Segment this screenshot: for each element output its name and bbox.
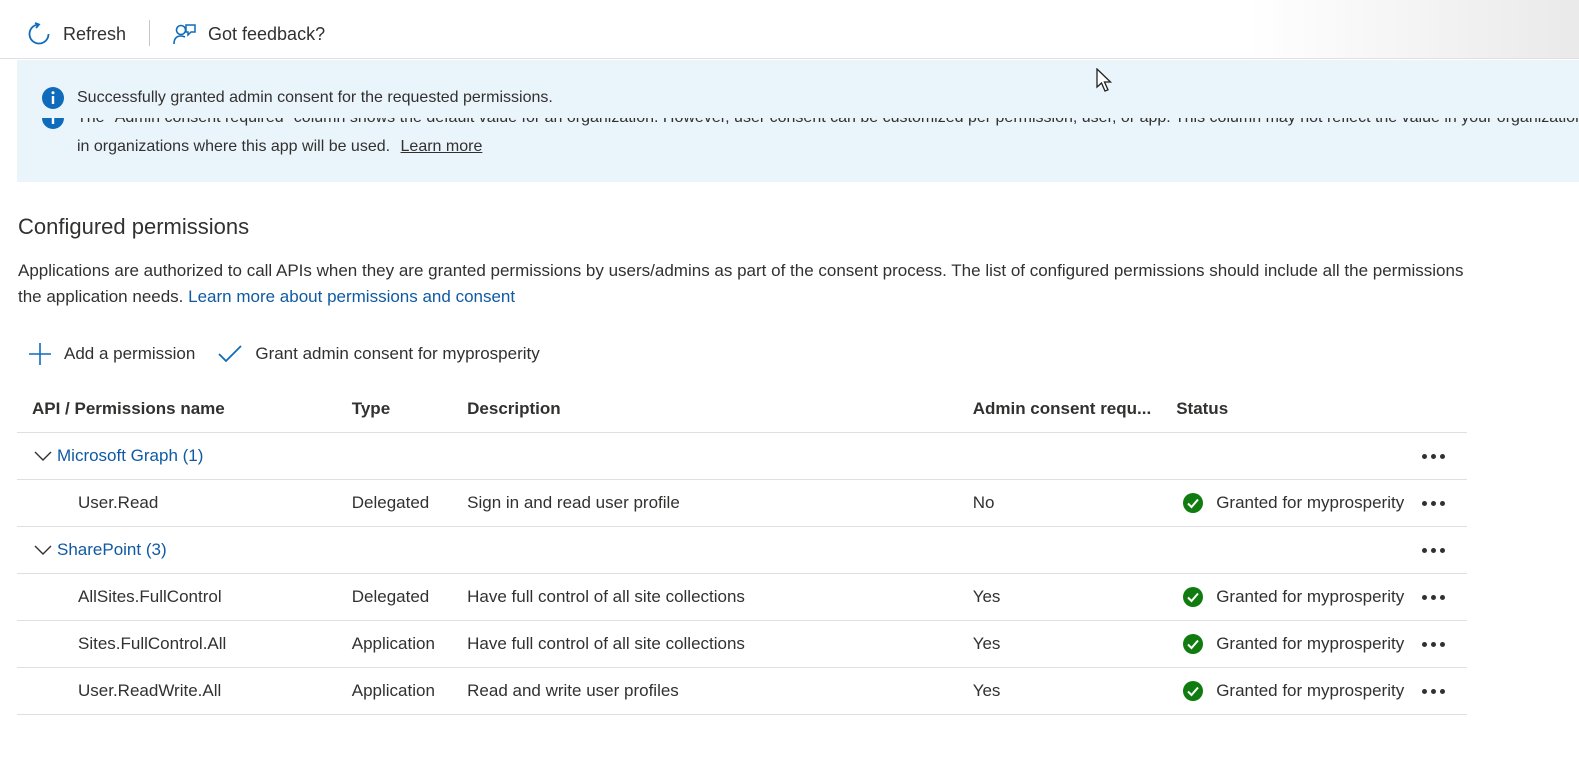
refresh-button[interactable]: Refresh — [27, 19, 126, 49]
table-row: Sites.FullControl.All Application Have f… — [17, 620, 1467, 668]
info-banner: Successfully granted admin consent for t… — [17, 60, 1579, 182]
permission-type: Application — [351, 667, 468, 715]
info-icon — [42, 87, 64, 109]
group-name: SharePoint (3) — [57, 540, 167, 559]
table-header-row: API / Permissions name Type Description … — [17, 386, 1467, 433]
permission-name-link[interactable]: User.ReadWrite.All — [17, 667, 352, 715]
screen-glare — [1249, 0, 1579, 58]
group-row-microsoft-graph[interactable]: Microsoft Graph (1) — [17, 432, 1467, 480]
more-options-button[interactable] — [1418, 453, 1467, 459]
admin-consent-value: Yes — [972, 620, 1177, 668]
column-header-status[interactable]: Status — [1176, 386, 1419, 433]
toolbar-separator — [149, 20, 150, 46]
feedback-label: Got feedback? — [208, 23, 326, 44]
permission-name-link[interactable]: User.Read — [17, 479, 352, 527]
column-header-description[interactable]: Description — [467, 386, 973, 433]
table-row: User.Read Delegated Sign in and read use… — [17, 479, 1467, 527]
more-options-button[interactable] — [1418, 594, 1467, 600]
permission-name-link[interactable]: AllSites.FullControl — [17, 573, 352, 621]
status-text: Granted for myprosperity — [1216, 493, 1405, 512]
plus-icon — [29, 343, 51, 365]
section-title: Configured permissions — [18, 214, 250, 239]
group-name: Microsoft Graph (1) — [57, 446, 204, 465]
add-permission-label: Add a permission — [64, 344, 196, 363]
permissions-table: API / Permissions name Type Description … — [17, 386, 1467, 715]
status-text: Granted for myprosperity — [1216, 681, 1405, 700]
info-icon — [42, 118, 64, 129]
success-message: Successfully granted admin consent for t… — [77, 89, 553, 106]
admin-consent-value: No — [972, 479, 1177, 527]
permission-actions: Add a permission Grant admin consent for… — [28, 342, 562, 366]
permission-type: Delegated — [351, 573, 468, 621]
permission-description: Read and write user profiles — [467, 667, 973, 715]
permission-type: Application — [351, 620, 468, 668]
refresh-label: Refresh — [63, 23, 127, 44]
chevron-down-icon — [34, 451, 52, 461]
permission-name-link[interactable]: Sites.FullControl.All — [17, 620, 352, 668]
status-cell: Granted for myprosperity — [1176, 586, 1418, 608]
learn-more-link[interactable]: Learn more — [401, 138, 483, 155]
grant-consent-label: Grant admin consent for myprosperity — [255, 344, 540, 363]
check-circle-icon — [1183, 634, 1204, 654]
add-permission-button[interactable]: Add a permission — [28, 342, 195, 366]
feedback-icon — [173, 24, 196, 45]
info-text-row: in organizations where this app will be … — [77, 138, 482, 156]
table-row: AllSites.FullControl Delegated Have full… — [17, 573, 1467, 621]
permission-description: Have full control of all site collection… — [467, 620, 973, 668]
group-row-sharepoint[interactable]: SharePoint (3) — [17, 526, 1467, 574]
more-options-button[interactable] — [1418, 547, 1467, 553]
permissions-consent-link[interactable]: Learn more about permissions and consent — [188, 287, 515, 306]
status-cell: Granted for myprosperity — [1176, 633, 1418, 655]
more-options-button[interactable] — [1418, 688, 1467, 694]
refresh-icon — [28, 22, 50, 45]
check-circle-icon — [1183, 681, 1204, 701]
feedback-button[interactable]: Got feedback? — [172, 19, 325, 49]
permission-description: Have full control of all site collection… — [467, 573, 973, 621]
permission-description: Sign in and read user profile — [467, 479, 973, 527]
table-row: User.ReadWrite.All Application Read and … — [17, 667, 1467, 715]
status-text: Granted for myprosperity — [1216, 587, 1405, 606]
command-bar: Refresh Got feedback? — [0, 0, 1579, 59]
admin-consent-value: Yes — [972, 573, 1177, 621]
group-toggle[interactable]: Microsoft Graph (1) — [33, 446, 1418, 466]
status-cell: Granted for myprosperity — [1176, 492, 1418, 514]
permission-type: Delegated — [351, 479, 468, 527]
clipped-info-row: The "Admin consent required" column show… — [41, 118, 1579, 132]
success-row: Successfully granted admin consent for t… — [41, 86, 553, 110]
checkmark-icon — [218, 345, 242, 363]
status-text: Granted for myprosperity — [1216, 634, 1405, 653]
more-options-button[interactable] — [1418, 641, 1467, 647]
status-cell: Granted for myprosperity — [1176, 680, 1418, 702]
clipped-info-text: The "Admin consent required" column show… — [77, 118, 1579, 127]
chevron-down-icon — [34, 545, 52, 555]
more-options-button[interactable] — [1418, 500, 1467, 506]
column-header-actions — [1418, 386, 1467, 433]
section-description: Applications are authorized to call APIs… — [18, 258, 1478, 310]
column-header-admin-consent[interactable]: Admin consent requ... — [972, 386, 1177, 433]
mouse-cursor-icon — [1096, 68, 1113, 92]
column-header-api[interactable]: API / Permissions name — [17, 386, 352, 433]
grant-admin-consent-button[interactable]: Grant admin consent for myprosperity — [217, 342, 540, 366]
admin-consent-value: Yes — [972, 667, 1177, 715]
check-circle-icon — [1183, 493, 1204, 513]
group-toggle[interactable]: SharePoint (3) — [33, 540, 1418, 560]
column-header-type[interactable]: Type — [351, 386, 468, 433]
info-text: in organizations where this app will be … — [77, 138, 391, 155]
check-circle-icon — [1183, 587, 1204, 607]
